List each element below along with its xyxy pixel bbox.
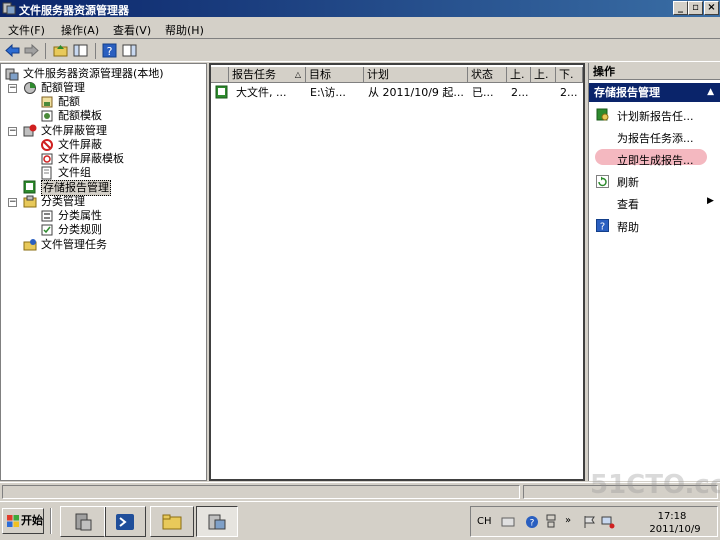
file-management-task-icon [23,239,37,251]
window-title: 文件服务器资源管理器 [19,4,129,17]
cell-next-run: 2... [560,86,578,99]
cell-task: 大文件, ... [236,86,287,99]
action-help[interactable]: 帮助 [617,219,639,235]
taskbar-explorer[interactable] [150,506,194,537]
screen-template-icon [41,153,53,165]
clock-date[interactable]: 2011/10/9 [647,524,703,535]
network-icon[interactable] [601,515,615,529]
actions-section-storage-reports[interactable]: 存储报告管理 ▲ [589,83,720,102]
quota-item-icon [41,96,53,108]
quota-template-icon [41,110,53,122]
collapse-classification-icon[interactable]: − [8,198,17,207]
file-server-icon [5,68,19,81]
folder-icon [162,514,182,530]
clock-time[interactable]: 17:18 [647,511,697,522]
taskbar-powershell[interactable] [104,506,146,537]
file-screen-icon [41,139,53,151]
show-action-pane-icon[interactable] [121,42,138,59]
submenu-arrow-icon: ▶ [707,196,714,206]
classification-property-icon [41,210,53,222]
quota-icon [24,82,36,94]
close-button[interactable]: × [704,1,719,15]
classification-rule-icon [41,224,53,236]
up-folder-icon[interactable] [52,42,69,59]
report-task-list: 报告任务 △ 目标 计划 状态 上. 上. 下. 大文件, ... E:\访..… [209,63,585,481]
cell-target: E:\访... [310,86,346,99]
classification-icon [23,195,37,208]
report-task-icon [215,85,228,99]
storage-report-icon [23,180,36,194]
cell-last-run: 2... [511,86,529,99]
action-schedule-report[interactable]: 计划新报告任... [617,108,694,124]
cell-status: 已... [472,86,494,99]
refresh-icon [596,175,609,188]
cell-schedule: 从 2011/10/9 起... [368,86,464,99]
svg-text:?: ? [600,222,605,233]
menu-help[interactable]: 帮助(H) [165,22,204,38]
actions-pane: 操作 存储报告管理 ▲ 计划新报告任... 为报告任务添... 立即生成报告..… [588,63,720,481]
taskbar: 开始 CH ? » 17:18 2011/10/9 [0,501,720,540]
powershell-icon [116,514,134,530]
ime-options-icon[interactable] [545,513,557,529]
collapse-quota-icon[interactable]: − [8,84,17,93]
table-row[interactable]: 大文件, ... E:\访... 从 2011/10/9 起... 已... 2… [211,65,583,105]
help-icon: ? [596,219,609,232]
action-refresh[interactable]: 刷新 [617,174,639,190]
file-group-icon [41,166,52,180]
collapse-section-icon[interactable]: ▲ [707,83,714,102]
flag-icon[interactable] [583,515,597,529]
menu-bar: 文件(F) 操作(A) 查看(V) 帮助(H) [0,18,720,39]
file-screening-icon [23,124,37,137]
forward-icon[interactable] [23,42,40,59]
action-add-to-report-task[interactable]: 为报告任务添... [617,130,694,146]
help-icon[interactable]: ? [101,42,118,59]
show-tree-icon[interactable] [72,42,89,59]
taskbar-file-server-manager[interactable] [196,506,238,537]
action-generate-report-now[interactable]: 立即生成报告... [617,152,694,168]
file-server-icon [2,2,16,15]
toolbar: ? [0,40,720,62]
title-bar[interactable]: 文件服务器资源管理器 _ ▫ × [0,0,720,17]
cell-last-result [532,85,556,100]
actions-header: 操作 [589,63,720,80]
restore-button[interactable]: ▫ [688,1,703,15]
menu-action[interactable]: 操作(A) [61,22,99,38]
taskbar-server-manager[interactable] [60,506,106,537]
svg-text:?: ? [107,45,113,58]
svg-text:?: ? [530,519,535,529]
menu-view[interactable]: 查看(V) [113,22,151,38]
minimize-button[interactable]: _ [673,1,688,15]
action-view[interactable]: 查看 [617,196,639,212]
start-button[interactable]: 开始 [2,508,44,534]
server-manager-icon [75,513,92,531]
help-circle-icon[interactable]: ? [525,515,539,529]
menu-file[interactable]: 文件(F) [8,22,45,38]
system-tray: CH ? » 17:18 2011/10/9 [470,506,718,537]
windows-logo-icon [7,515,19,527]
collapse-screening-icon[interactable]: − [8,127,17,136]
keyboard-icon[interactable] [501,515,515,529]
status-main [2,485,520,499]
schedule-report-icon [596,108,609,121]
watermark: 51CTO.com [590,470,720,500]
file-server-icon [208,514,226,530]
language-indicator[interactable]: CH [477,516,492,527]
show-hidden-icons-icon[interactable]: » [565,515,571,526]
back-icon[interactable] [4,42,21,59]
console-tree: 文件服务器资源管理器(本地) − 配额管理 配额 配额模板 − 文件屏蔽管理 文… [0,63,207,481]
